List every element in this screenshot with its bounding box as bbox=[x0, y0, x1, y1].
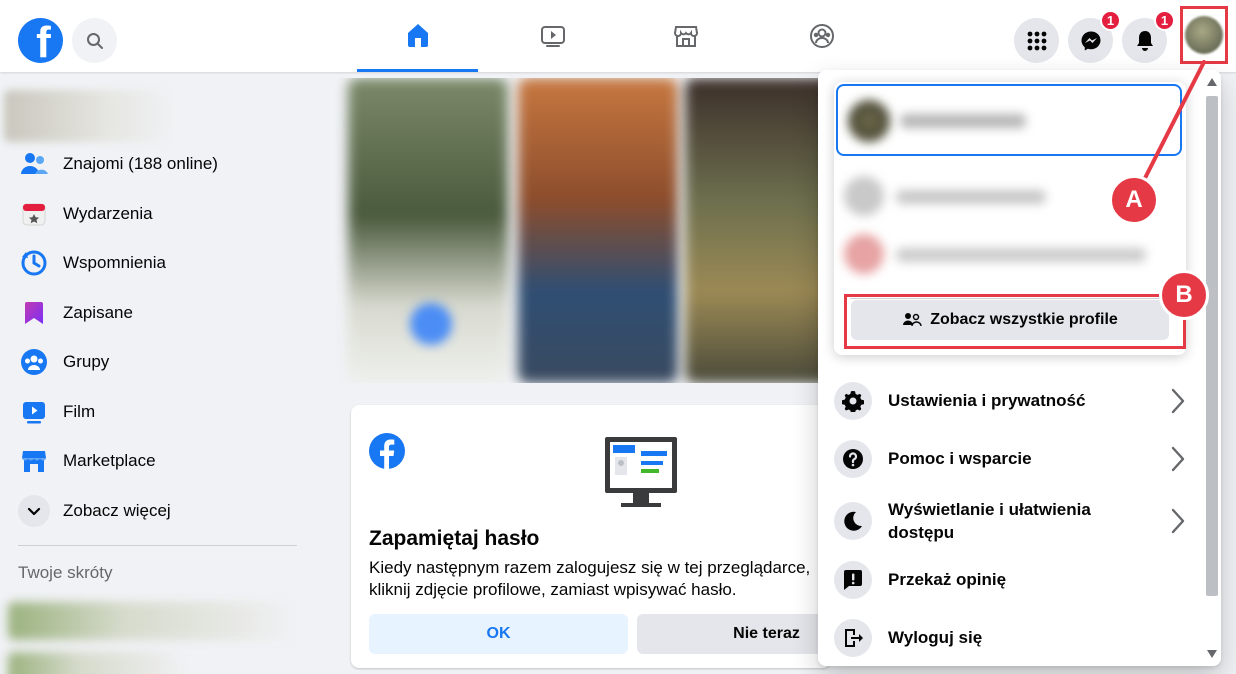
tab-watch[interactable] bbox=[492, 0, 613, 72]
groups-tab-icon bbox=[809, 24, 834, 48]
story-card-blurred[interactable] bbox=[518, 78, 678, 383]
shortcuts-heading: Twoje skróty bbox=[18, 563, 113, 582]
menu-item-label: Wyświetlanie i ułatwienia dostępu bbox=[888, 500, 1091, 542]
menu-apps-button[interactable] bbox=[1014, 18, 1059, 63]
notifications-button[interactable]: 1 bbox=[1122, 10, 1175, 63]
stories-strip bbox=[330, 78, 830, 383]
tab-marketplace[interactable] bbox=[625, 0, 746, 72]
card-title: Zapamiętaj hasło bbox=[369, 527, 540, 550]
account-avatar-button[interactable] bbox=[1180, 6, 1228, 64]
sidebar-item-label: Wydarzenia bbox=[63, 204, 153, 223]
avatar bbox=[848, 100, 890, 142]
annotation-marker-b: B bbox=[1159, 270, 1209, 320]
sidebar-item-label: Film bbox=[63, 402, 96, 421]
feedback-icon bbox=[834, 561, 872, 599]
menu-item-label: Przekaż opinię bbox=[888, 570, 1007, 589]
bookmark-icon bbox=[18, 297, 50, 329]
search-icon bbox=[86, 32, 103, 49]
menu-item-logout[interactable]: Wyloguj się bbox=[834, 619, 1186, 657]
sidebar-item-groups[interactable]: Grupy bbox=[18, 342, 109, 382]
messenger-button[interactable]: 1 bbox=[1068, 10, 1121, 63]
sidebar-item-label: Grupy bbox=[63, 352, 110, 371]
sidebar-item-friends[interactable]: Znajomi (188 online) bbox=[18, 144, 218, 184]
sidebar-item-see-more[interactable]: Zobacz więcej bbox=[18, 491, 171, 531]
sidebar-item-events[interactable]: Wydarzenia bbox=[18, 194, 153, 234]
sidebar-item-saved[interactable]: Zapisane bbox=[18, 293, 133, 333]
sidebar-divider bbox=[18, 545, 297, 546]
messenger-icon bbox=[1081, 31, 1100, 50]
sidebar-item-label: Znajomi (188 online) bbox=[63, 154, 218, 173]
friends-icon bbox=[18, 148, 50, 180]
store-tab-icon bbox=[673, 26, 698, 47]
shortcut-item-blurred[interactable] bbox=[8, 602, 298, 640]
annotation-line-a bbox=[1140, 60, 1206, 186]
home-icon bbox=[407, 23, 428, 47]
moon-icon bbox=[834, 502, 872, 540]
profile-name-blurred bbox=[896, 190, 1046, 204]
chevron-down-icon bbox=[18, 495, 50, 527]
messenger-badge: 1 bbox=[1100, 10, 1121, 31]
search-button[interactable] bbox=[72, 18, 117, 63]
sidebar-item-memories[interactable]: Wspomnienia bbox=[18, 243, 166, 283]
not-now-button[interactable]: Nie teraz bbox=[637, 614, 831, 654]
profile-name-blurred bbox=[900, 114, 1026, 128]
groups-icon bbox=[18, 346, 50, 378]
menu-item-label: Pomoc i wsparcie bbox=[888, 449, 1032, 468]
question-icon bbox=[834, 440, 872, 478]
logout-icon bbox=[834, 619, 872, 657]
shortcut-item-blurred[interactable] bbox=[8, 652, 188, 674]
left-sidebar: Znajomi (188 online) Wydarzenia Wspomnie… bbox=[0, 72, 330, 674]
top-navigation-bar: f 1 1 bbox=[0, 0, 1236, 72]
ok-button[interactable]: OK bbox=[369, 614, 628, 654]
facebook-small-logo-icon bbox=[369, 433, 405, 474]
profiles-icon bbox=[903, 313, 922, 327]
chevron-right-icon bbox=[1171, 388, 1185, 414]
profile-avatar-blurred bbox=[844, 234, 884, 274]
menu-item-display[interactable]: Wyświetlanie i ułatwienia dostępu bbox=[834, 498, 1185, 544]
see-all-profiles-label: Zobacz wszystkie profile bbox=[930, 311, 1118, 328]
profile-name-blurred bbox=[896, 248, 1146, 262]
sidebar-item-label: Wspomnienia bbox=[63, 253, 166, 272]
sidebar-item-video[interactable]: Film bbox=[18, 392, 95, 432]
avatar bbox=[1185, 16, 1223, 54]
store-icon bbox=[18, 445, 50, 477]
calendar-icon bbox=[18, 198, 50, 230]
annotation-marker-a: A bbox=[1109, 175, 1159, 225]
grid-icon bbox=[1027, 31, 1046, 50]
scroll-down-arrow-icon[interactable] bbox=[1207, 650, 1217, 658]
gear-icon bbox=[834, 382, 872, 420]
video-tab-icon bbox=[540, 26, 565, 47]
sidebar-profile-blurred[interactable] bbox=[4, 90, 179, 142]
clock-icon bbox=[18, 247, 50, 279]
facebook-logo[interactable]: f bbox=[18, 18, 63, 63]
bell-icon bbox=[1136, 30, 1153, 51]
tab-groups[interactable] bbox=[761, 0, 882, 72]
chevron-right-icon bbox=[1171, 446, 1185, 472]
computer-illustration-icon bbox=[603, 435, 679, 516]
see-all-profiles-button[interactable]: Zobacz wszystkie profile bbox=[851, 300, 1169, 340]
chevron-right-icon bbox=[1171, 508, 1185, 534]
sidebar-item-marketplace[interactable]: Marketplace bbox=[18, 441, 156, 481]
card-text: Kiedy następnym razem zalogujesz się w t… bbox=[369, 558, 811, 599]
menu-item-settings[interactable]: Ustawienia i prywatność bbox=[834, 382, 1186, 420]
remember-password-card: Zapamiętaj hasło Kiedy następnym razem z… bbox=[351, 405, 831, 668]
story-card-blurred[interactable] bbox=[685, 78, 830, 383]
menu-item-help[interactable]: Pomoc i wsparcie bbox=[834, 440, 1186, 478]
menu-item-feedback[interactable]: Przekaż opinię bbox=[834, 561, 1186, 599]
sidebar-item-label: Marketplace bbox=[63, 451, 156, 470]
logo-letter: f bbox=[36, 18, 51, 64]
sidebar-item-label: Zapisane bbox=[63, 303, 133, 322]
tab-home[interactable] bbox=[357, 0, 478, 72]
video-icon bbox=[18, 396, 50, 428]
notifications-badge: 1 bbox=[1154, 10, 1175, 31]
profile-avatar-blurred bbox=[844, 176, 884, 216]
create-story-plus-blurred bbox=[410, 303, 452, 345]
sidebar-item-label: Zobacz więcej bbox=[63, 501, 171, 520]
menu-item-label: Wyloguj się bbox=[888, 628, 983, 647]
menu-item-label: Ustawienia i prywatność bbox=[888, 391, 1086, 410]
